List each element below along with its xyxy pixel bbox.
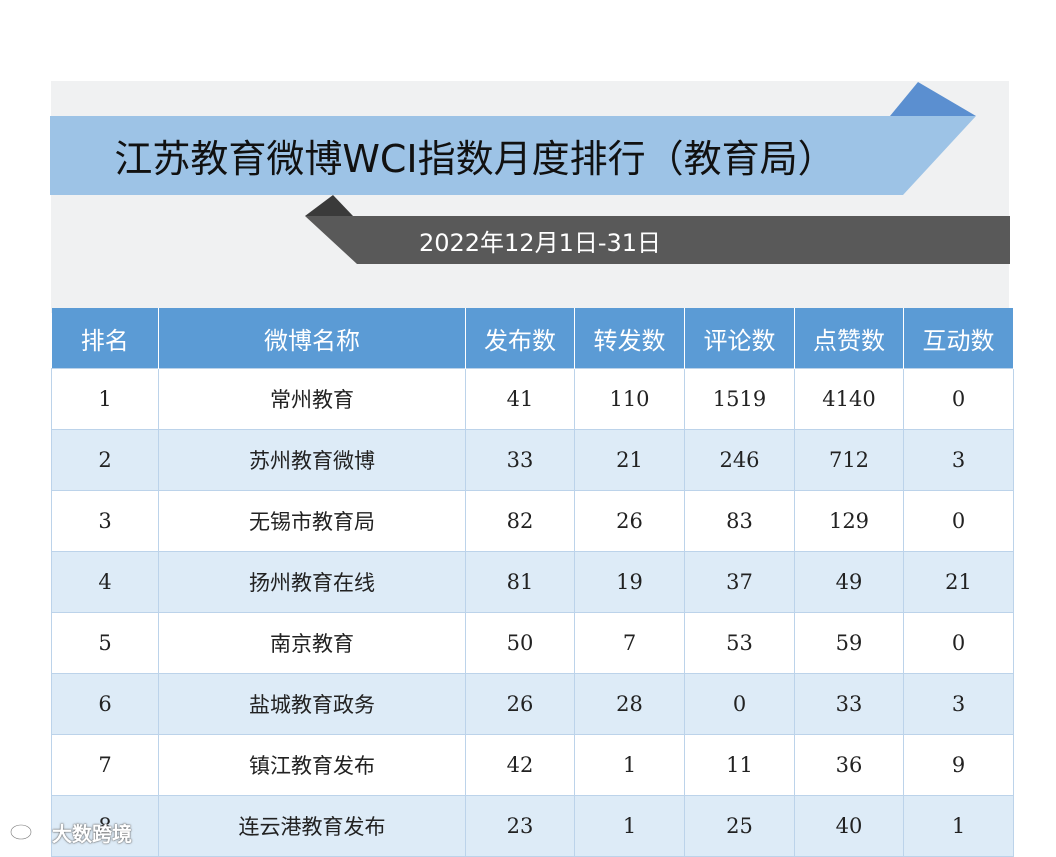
cell-comments: 83 [684,490,795,552]
cell-weibo-name: 常州教育 [158,368,466,430]
cell-weibo-name: 镇江教育发布 [158,734,466,796]
cell-posts: 50 [465,612,575,674]
cell-interactions: 3 [903,429,1014,491]
cell-interactions: 3 [903,673,1014,735]
table-row: 8 连云港教育发布 23 1 25 40 1 [51,795,1014,857]
cell-interactions: 21 [903,551,1014,613]
cell-posts: 26 [465,673,575,735]
table-row: 2 苏州教育微博 33 21 246 712 3 [51,429,1014,491]
header-rank: 排名 [51,308,159,369]
cell-weibo-name: 连云港教育发布 [158,795,466,857]
cell-rank: 2 [51,429,159,491]
cell-comments: 0 [684,673,795,735]
header-posts: 发布数 [465,308,575,369]
cell-likes: 129 [794,490,904,552]
header-reposts: 转发数 [574,308,685,369]
cell-posts: 42 [465,734,575,796]
cell-likes: 49 [794,551,904,613]
cell-likes: 40 [794,795,904,857]
ranking-table: 排名 微博名称 发布数 转发数 评论数 点赞数 互动数 1 常州教育 41 11… [51,308,1014,857]
cell-rank: 3 [51,490,159,552]
cell-posts: 33 [465,429,575,491]
table-row: 1 常州教育 41 110 1519 4140 0 [51,368,1014,430]
cell-interactions: 0 [903,368,1014,430]
header-interactions: 互动数 [903,308,1014,369]
table-row: 4 扬州教育在线 81 19 37 49 21 [51,551,1014,613]
table-row: 3 无锡市教育局 82 26 83 129 0 [51,490,1014,552]
cell-rank: 5 [51,612,159,674]
cell-likes: 33 [794,673,904,735]
cell-comments: 11 [684,734,795,796]
cell-interactions: 0 [903,490,1014,552]
cell-reposts: 28 [574,673,685,735]
cell-weibo-name: 南京教育 [158,612,466,674]
cell-posts: 82 [465,490,575,552]
table-row: 7 镇江教育发布 42 1 11 36 9 [51,734,1014,796]
cell-rank: 6 [51,673,159,735]
cell-likes: 4140 [794,368,904,430]
date-range: 2022年12月1日-31日 [418,228,662,257]
cell-rank: 1 [51,368,159,430]
cell-comments: 53 [684,612,795,674]
cell-reposts: 26 [574,490,685,552]
weibo-logo-icon [8,818,48,847]
cell-likes: 59 [794,612,904,674]
cell-weibo-name: 扬州教育在线 [158,551,466,613]
table-row: 6 盐城教育政务 26 28 0 33 3 [51,673,1014,735]
cell-likes: 712 [794,429,904,491]
cell-comments: 37 [684,551,795,613]
cell-reposts: 110 [574,368,685,430]
cell-comments: 1519 [684,368,795,430]
cell-comments: 246 [684,429,795,491]
cell-reposts: 1 [574,734,685,796]
header-comments: 评论数 [684,308,795,369]
cell-posts: 81 [465,551,575,613]
cell-posts: 23 [465,795,575,857]
cell-weibo-name: 无锡市教育局 [158,490,466,552]
cell-rank: 7 [51,734,159,796]
cell-interactions: 9 [903,734,1014,796]
header-likes: 点赞数 [794,308,904,369]
cell-reposts: 19 [574,551,685,613]
cell-likes: 36 [794,734,904,796]
cell-interactions: 0 [903,612,1014,674]
watermark: 大数跨境 [8,818,132,847]
cell-interactions: 1 [903,795,1014,857]
watermark-text: 大数跨境 [52,822,132,846]
cell-rank: 4 [51,551,159,613]
table-header-row: 排名 微博名称 发布数 转发数 评论数 点赞数 互动数 [51,308,1014,369]
cell-weibo-name: 盐城教育政务 [158,673,466,735]
header-weibo-name: 微博名称 [158,308,466,369]
cell-posts: 41 [465,368,575,430]
cell-reposts: 1 [574,795,685,857]
cell-reposts: 21 [574,429,685,491]
page-title: 江苏教育微博WCI指数月度排行（教育局） [114,136,836,181]
cell-reposts: 7 [574,612,685,674]
cell-comments: 25 [684,795,795,857]
cell-weibo-name: 苏州教育微博 [158,429,466,491]
table-row: 5 南京教育 50 7 53 59 0 [51,612,1014,674]
